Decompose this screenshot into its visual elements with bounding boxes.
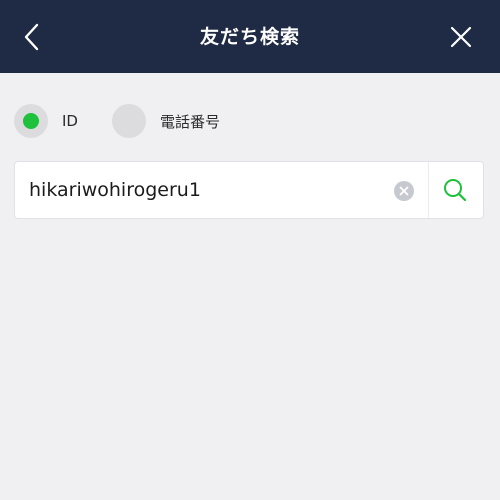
clear-icon <box>399 186 409 196</box>
search-field-container <box>14 161 484 219</box>
close-button[interactable] <box>444 20 478 54</box>
radio-button-phone[interactable] <box>111 104 146 138</box>
radio-label-id: ID <box>62 112 78 130</box>
radio-label-phone: 電話番号 <box>159 112 220 131</box>
radio-option-phone[interactable]: 電話番号 <box>111 104 220 138</box>
page-title: 友だち検索 <box>199 26 300 48</box>
radio-option-id[interactable]: ID <box>14 104 78 138</box>
search-type-selector: ID 電話番号 <box>14 104 220 138</box>
header-bar: 友だち検索 <box>0 0 500 73</box>
search-icon <box>444 179 467 202</box>
radio-button-id[interactable] <box>14 104 48 138</box>
clear-button[interactable] <box>394 181 414 201</box>
search-button[interactable] <box>429 162 483 218</box>
radio-selected-dot <box>23 113 39 129</box>
close-icon <box>450 26 472 48</box>
search-input[interactable] <box>29 172 389 208</box>
